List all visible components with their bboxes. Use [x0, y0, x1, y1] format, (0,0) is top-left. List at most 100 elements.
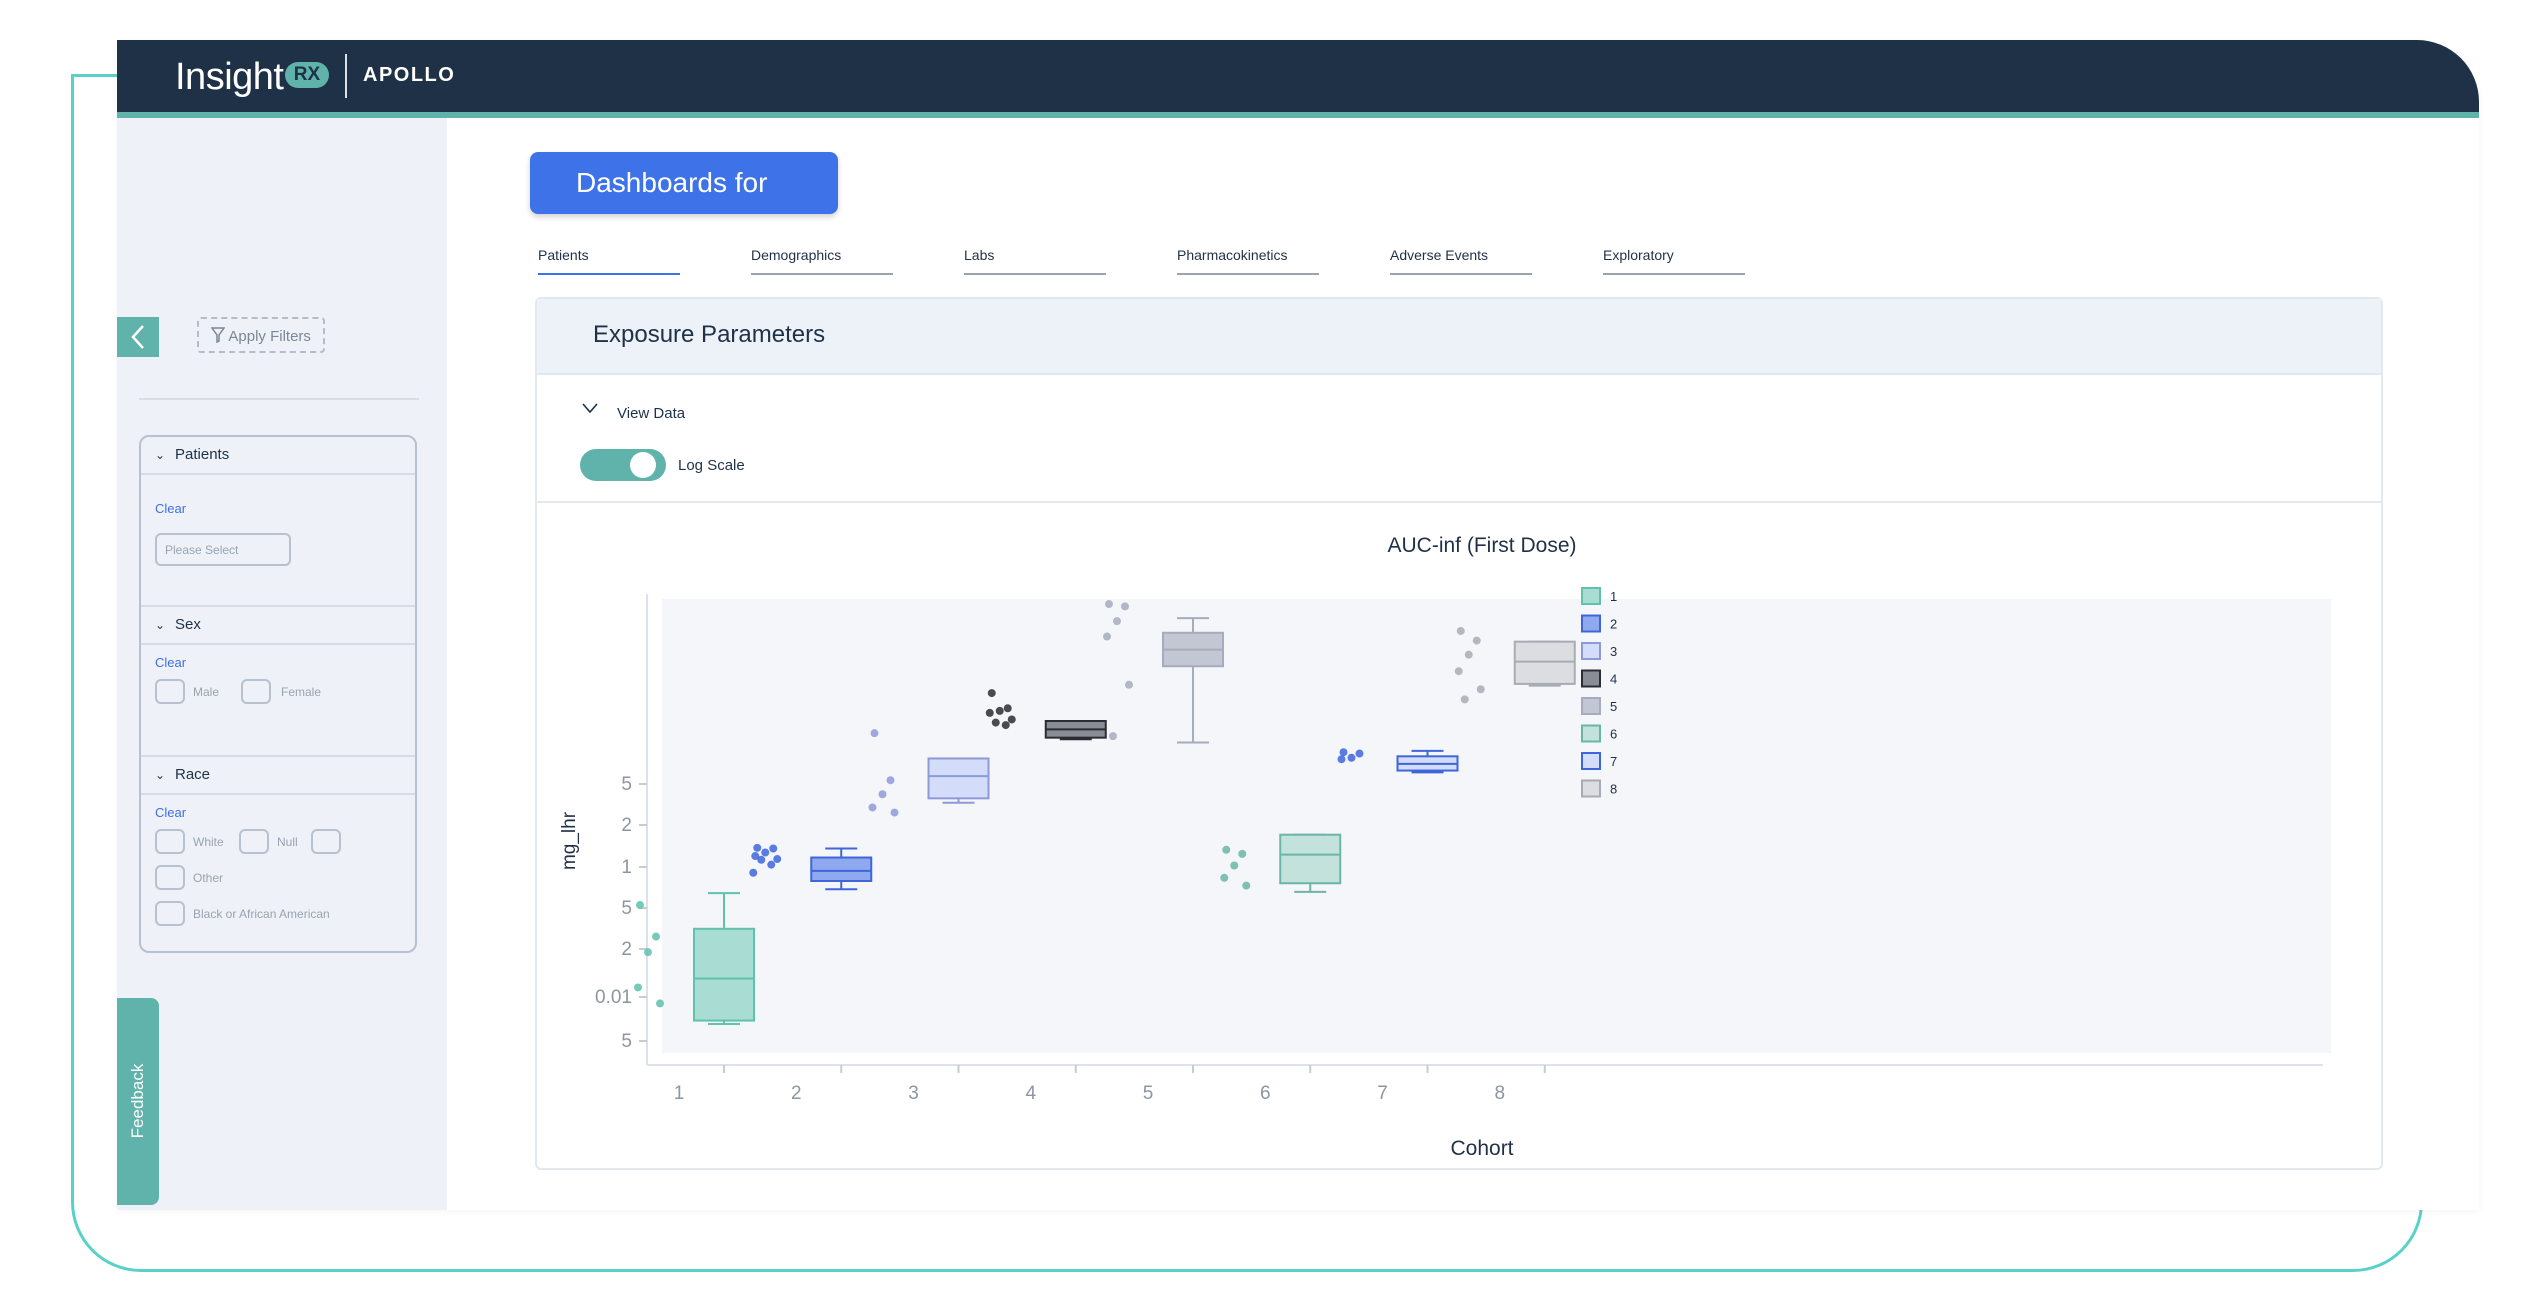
filter-header-sex[interactable]: ⌄ Sex	[141, 607, 415, 645]
legend-label: 1	[1610, 589, 1617, 604]
data-point	[1230, 861, 1239, 870]
tab-pharmacokinetics[interactable]: Pharmacokinetics	[1177, 247, 1319, 275]
x-tick-label: 5	[1143, 1083, 1154, 1104]
checkbox-female[interactable]	[241, 679, 271, 704]
apply-filters-button[interactable]: Apply Filters	[197, 317, 325, 353]
data-point	[757, 855, 766, 864]
data-point	[1339, 748, 1348, 757]
clear-sex-link[interactable]: Clear	[155, 655, 186, 670]
dashboards-for-button[interactable]: Dashboards for	[530, 152, 838, 214]
patients-select[interactable]: Please Select	[155, 533, 291, 566]
tab-labs[interactable]: Labs	[964, 247, 1106, 275]
data-point	[773, 855, 782, 864]
panel-title: Exposure Parameters	[593, 321, 826, 348]
tab-adverse-events[interactable]: Adverse Events	[1390, 247, 1532, 275]
legend-label: 2	[1610, 617, 1617, 632]
data-point	[1355, 749, 1364, 758]
data-point	[991, 718, 1000, 727]
data-point	[644, 948, 652, 957]
filter-title-race: Race	[175, 766, 211, 783]
data-point	[1222, 845, 1231, 854]
tab-patients[interactable]: Patients	[538, 247, 680, 275]
box-8	[1513, 640, 1576, 685]
product-name: APOLLO	[363, 64, 456, 86]
filter-header-race[interactable]: ⌄ Race	[141, 757, 415, 795]
filter-panel: ⌄ Patients Clear Please Select ⌄ Sex Clear…	[139, 435, 417, 953]
filter-section-sex: ⌄ Sex Clear Male Female	[141, 607, 415, 704]
checkbox-other[interactable]	[155, 865, 185, 890]
feedback-button[interactable]: Feedback	[117, 998, 159, 1205]
data-point	[870, 729, 879, 738]
log-scale-label: Log Scale	[678, 457, 745, 474]
checkbox-unlabeled[interactable]	[311, 829, 341, 854]
box-3	[927, 757, 990, 800]
x-tick-label: 4	[1025, 1083, 1036, 1104]
legend-label: 4	[1610, 672, 1617, 687]
x-tick-label: 8	[1494, 1083, 1505, 1104]
view-data-toggle[interactable]: View Data	[617, 405, 685, 422]
clear-race-link[interactable]: Clear	[155, 805, 186, 820]
chevron-down-icon: ⌄	[155, 618, 166, 632]
data-point	[1337, 755, 1346, 764]
data-point	[1125, 680, 1133, 689]
chevron-down-icon[interactable]	[581, 399, 599, 417]
plot-area	[662, 599, 2331, 1053]
tab-exploratory[interactable]: Exploratory	[1603, 247, 1745, 275]
chevron-left-icon	[131, 325, 144, 349]
data-point	[890, 808, 899, 817]
filter-header-patients[interactable]: ⌄ Patients	[141, 437, 415, 475]
legend-swatch	[1581, 697, 1601, 715]
y-tick-label: 5	[621, 774, 632, 795]
x-tick-label: 2	[791, 1083, 802, 1104]
checkbox-label-other: Other	[193, 871, 224, 885]
chevron-down-icon: ⌄	[155, 448, 166, 462]
x-tick-label: 1	[674, 1083, 685, 1104]
checkbox-null[interactable]	[239, 829, 269, 854]
x-tick-label: 3	[908, 1083, 919, 1104]
filter-title-patients: Patients	[175, 446, 230, 463]
data-point	[987, 689, 996, 698]
data-point	[761, 848, 770, 857]
checkbox-black-african-american[interactable]	[155, 901, 185, 926]
exposure-parameters-panel: Exposure Parameters View Data Log Scale …	[535, 297, 2383, 1170]
checkbox-label-white: White	[193, 835, 224, 849]
legend-label: 7	[1610, 754, 1617, 769]
legend-label: 5	[1610, 699, 1617, 714]
checkbox-label-black-african-american: Black or African American	[193, 907, 330, 921]
logo-text: Insight	[175, 56, 284, 98]
data-point	[1347, 753, 1356, 762]
data-point	[995, 706, 1004, 715]
data-point	[634, 983, 642, 992]
legend-swatch	[1581, 587, 1601, 605]
checkbox-white[interactable]	[155, 829, 185, 854]
legend-swatch	[1581, 642, 1601, 660]
legend-swatch	[1581, 724, 1601, 743]
clear-patients-link[interactable]: Clear	[155, 501, 186, 516]
data-point	[1242, 881, 1251, 890]
log-scale-switch[interactable]	[580, 449, 666, 481]
data-point	[652, 932, 660, 941]
logo-badge: RX	[285, 62, 329, 88]
data-point	[1113, 617, 1121, 626]
filter-sidebar: Apply Filters ⌄ Patients Clear Please Sel…	[117, 118, 447, 1210]
data-point	[636, 901, 644, 910]
data-point	[1238, 849, 1247, 858]
data-point	[767, 860, 776, 869]
data-point	[1454, 667, 1463, 676]
checkbox-male[interactable]	[155, 679, 185, 704]
legend-label: 3	[1610, 644, 1617, 659]
legend-swatch	[1581, 614, 1601, 633]
decorative-frame-top	[71, 74, 121, 77]
filter-section-patients: ⌄ Patients Clear Please Select	[141, 437, 415, 566]
data-point	[769, 844, 778, 853]
sidebar-divider	[139, 398, 419, 400]
y-axis-title: mg_lhr	[559, 811, 580, 870]
data-point	[868, 803, 877, 812]
legend-label: 8	[1610, 782, 1617, 797]
logo-divider	[345, 54, 347, 98]
collapse-sidebar-button[interactable]	[117, 317, 159, 357]
chart-title: AUC-inf (First Dose)	[1387, 534, 1576, 557]
legend-swatch	[1581, 779, 1601, 798]
legend-swatch	[1581, 752, 1601, 770]
tab-demographics[interactable]: Demographics	[751, 247, 893, 275]
